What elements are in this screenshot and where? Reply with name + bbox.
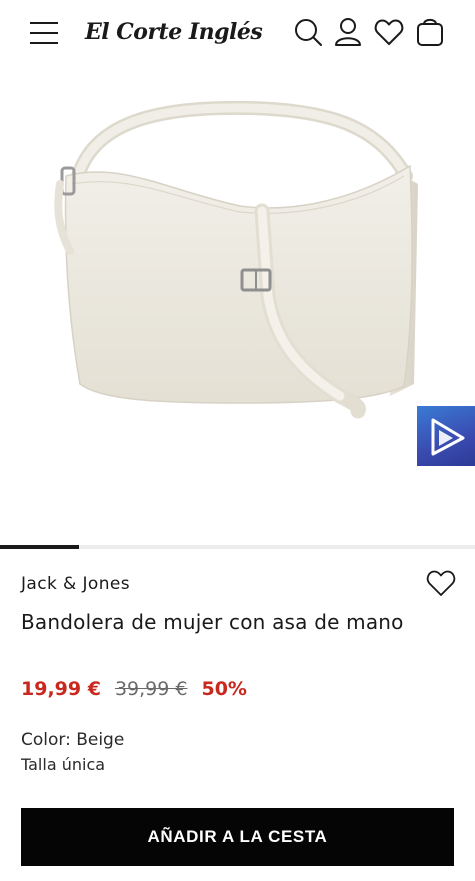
discount-badge: 50% [201, 678, 247, 700]
play-triangle-icon[interactable] [417, 406, 475, 466]
menu-line [30, 42, 58, 44]
product-image [54, 100, 418, 419]
gallery-progress-fill [0, 545, 79, 549]
menu-line [30, 32, 58, 34]
price-original: 39,99 € [114, 678, 188, 700]
add-to-cart-button[interactable]: AÑADIR A LA CESTA [21, 808, 454, 866]
color-label: Color: Beige [21, 730, 125, 750]
menu-line [30, 22, 58, 24]
bag-icon[interactable] [414, 16, 446, 48]
gallery-progress [0, 545, 475, 549]
search-icon[interactable] [292, 16, 324, 48]
user-icon[interactable] [332, 16, 364, 48]
size-label: Talla única [21, 755, 106, 774]
product-page: El Corte Inglés Jack & Jones Bandolera d… [0, 0, 475, 881]
price-row: 19,99 € 39,99 € 50% [21, 678, 247, 700]
top-header: El Corte Inglés [0, 0, 475, 66]
product-title: Bandolera de mujer con asa de mano [21, 610, 404, 634]
product-brand[interactable]: Jack & Jones [21, 574, 130, 594]
store-logo[interactable]: El Corte Inglés [85, 14, 263, 50]
price-current: 19,99 € [21, 678, 101, 700]
menu-icon[interactable] [30, 20, 60, 46]
product-gallery[interactable] [0, 66, 475, 542]
heart-icon[interactable] [373, 16, 405, 48]
wishlist-heart-icon[interactable] [425, 568, 457, 598]
